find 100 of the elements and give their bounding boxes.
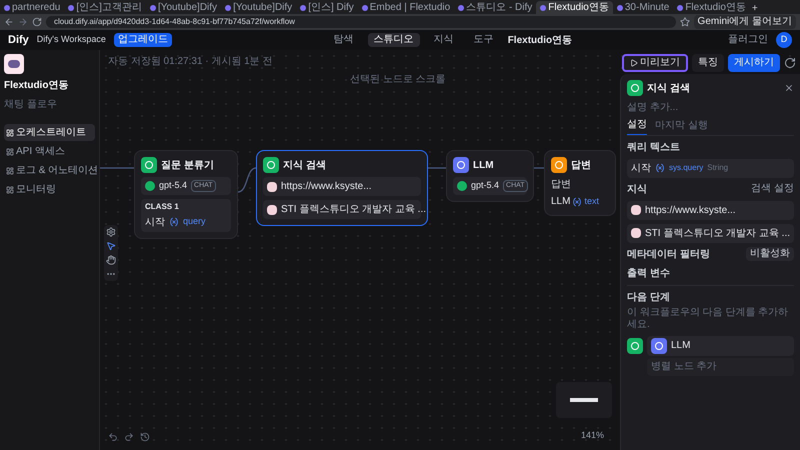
next-step-hint: 이 워크플로우의 다음 단계를 추가하세요. <box>627 306 790 332</box>
variable-icon <box>572 196 582 206</box>
field-label: 지식 <box>627 182 647 196</box>
favicon-icon <box>362 4 368 10</box>
play-icon <box>630 59 638 67</box>
node-type-icon <box>651 338 667 354</box>
browser-tab[interactable]: partneredu <box>0 1 64 14</box>
dataset-icon <box>267 182 277 192</box>
restore-icon[interactable] <box>784 57 796 69</box>
gemini-button[interactable]: Gemini에게 물어보기 <box>694 15 796 29</box>
node-type-icon <box>141 157 157 173</box>
nav-tab[interactable]: 도구 <box>468 33 500 47</box>
address-bar[interactable]: cloud.dify.ai/app/d9420dd3-1d64-48ab-8c91-bf77b745a72f/workflow <box>46 16 676 28</box>
undo-icon[interactable] <box>108 432 118 442</box>
current-app-name[interactable]: Flextudio연동 <box>508 32 572 48</box>
variable-icon <box>655 163 665 173</box>
sidebar-item[interactable]: API 액세스 <box>4 143 95 160</box>
preview-button[interactable]: 미리보기 <box>622 54 688 72</box>
panel-title: 지식 검색 <box>647 82 691 96</box>
node-title: 지식 검색 <box>283 158 326 172</box>
bookmark-icon[interactable] <box>680 17 690 27</box>
new-tab-button[interactable]: + <box>750 4 760 14</box>
variable-icon <box>169 217 179 227</box>
dataset-name: https://www.ksyste... <box>281 180 372 194</box>
node-type-icon <box>627 338 643 354</box>
reload-icon[interactable] <box>32 17 42 27</box>
redo-icon[interactable] <box>124 432 134 442</box>
favicon-icon <box>616 4 623 10</box>
favicon-icon <box>540 4 546 10</box>
hand-icon[interactable] <box>106 255 116 265</box>
model-icon <box>145 180 155 191</box>
workflow-node[interactable]: 지식 검색 https://www.ksyste... STI 플렉스튜디오 개발자 교육 ... <box>256 150 428 226</box>
node-type-icon <box>551 157 567 173</box>
favicon-icon <box>150 4 156 10</box>
metadata-select[interactable]: 비활성화 <box>746 247 794 261</box>
upgrade-button[interactable]: 업그레이드 <box>114 33 172 47</box>
browser-tab[interactable]: [Youtube]Dify <box>146 1 222 14</box>
favicon-icon <box>677 4 684 10</box>
nav-tab[interactable]: 탐색 <box>328 33 360 47</box>
variable-name: query <box>183 215 206 228</box>
browser-tab[interactable]: Flextudio연동 <box>673 1 750 14</box>
browser-tab[interactable]: [인스] Dify <box>296 1 358 14</box>
sidebar-item[interactable]: 오케스트레이트 <box>4 124 95 141</box>
favicon-icon <box>68 4 74 10</box>
knowledge-item[interactable]: https://www.ksyste... <box>627 200 794 220</box>
menu-icon <box>6 148 14 156</box>
node-type-icon <box>263 157 279 173</box>
workflow-node[interactable]: 답변 답변 LLM text <box>544 150 616 216</box>
description-field[interactable]: 설명 추가... <box>627 100 794 115</box>
save-status: 자동 저장됨 01:27:31 · 게시됨 1분 전 <box>108 55 272 69</box>
source-name: 시작 <box>145 216 165 230</box>
dataset-icon <box>631 205 641 215</box>
browser-tab[interactable]: 스튜디오 - Dify <box>454 1 536 14</box>
plugins-button[interactable]: 플러그인 <box>728 35 768 45</box>
favicon-icon <box>4 4 10 10</box>
model-name: gpt-5.4 <box>159 179 188 192</box>
class-label: CLASS 1 <box>145 200 180 212</box>
publish-button[interactable]: 게시하기 <box>728 54 780 72</box>
minimap <box>556 382 612 418</box>
dataset-icon <box>267 204 277 214</box>
nav-tab[interactable]: 스튜디오 <box>368 33 420 47</box>
features-button[interactable]: 특징 <box>692 54 724 72</box>
panel-tab[interactable]: 설정 <box>627 119 647 134</box>
app-icon <box>4 54 24 74</box>
next-node-item[interactable]: LLM <box>647 336 794 356</box>
field-label: 메타데이터 필터링 <box>627 248 710 262</box>
sidebar-item[interactable]: 로그 & 어노테이션 <box>4 162 95 179</box>
panel-tab[interactable]: 마지막 실행 <box>655 119 708 134</box>
forward-icon[interactable] <box>18 17 28 27</box>
model-icon <box>457 180 467 191</box>
knowledge-item[interactable]: STI 플렉스튜디오 개발자 교육 ... <box>627 224 794 242</box>
node-type-icon <box>453 157 469 173</box>
model-name: gpt-5.4 <box>471 179 500 192</box>
logo[interactable]: Dify <box>8 32 29 48</box>
history-icon[interactable] <box>140 432 150 442</box>
query-variable[interactable]: 시작 sys.query String <box>627 158 794 178</box>
field-label: 쿼리 텍스트 <box>627 140 681 154</box>
browser-tab[interactable]: 30-Minute <box>612 1 674 14</box>
browser-tab[interactable]: Embed | Flextudio <box>358 1 454 14</box>
browser-tab[interactable]: [Youtube]Dify <box>221 1 296 14</box>
back-icon[interactable] <box>4 17 14 27</box>
sidebar-item[interactable]: 모니터링 <box>4 181 95 198</box>
menu-icon <box>6 166 14 174</box>
settings-icon[interactable] <box>106 227 116 237</box>
menu-icon <box>6 128 14 136</box>
node-title: 질문 분류기 <box>161 158 214 172</box>
node-title: 답변 <box>571 158 591 172</box>
node-title: LLM <box>473 158 494 172</box>
workspace-selector[interactable]: Dify's Workspace <box>36 33 106 47</box>
avatar[interactable]: D <box>776 32 792 48</box>
scroll-hint[interactable]: 선택된 노드로 스크롤 <box>350 72 446 87</box>
close-icon[interactable] <box>784 83 794 93</box>
nav-tab[interactable]: 지식 <box>428 33 460 47</box>
source-name: LLM <box>551 195 570 209</box>
zoom-level[interactable]: 141% <box>580 428 604 442</box>
browser-tab[interactable]: Flextudio연동 <box>536 1 613 14</box>
retrieval-settings-button[interactable]: 검색 설정 <box>751 184 794 194</box>
pointer-icon[interactable] <box>106 241 116 251</box>
app-type: 채팅 플로우 <box>4 98 58 112</box>
browser-tab[interactable]: [인스]고객관리 <box>64 1 146 14</box>
